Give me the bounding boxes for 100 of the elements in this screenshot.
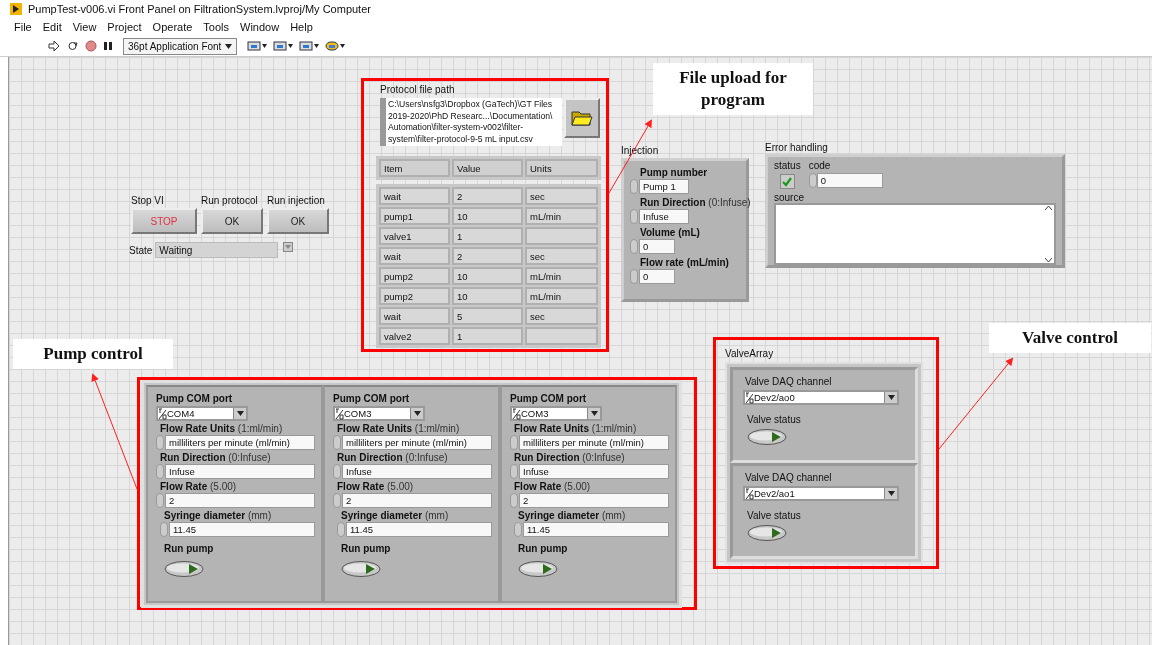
menu-item[interactable]: Edit	[42, 21, 62, 33]
field-label: Run Direction (0:Infuse)	[337, 452, 449, 463]
run-arrow-icon[interactable]	[48, 40, 60, 52]
table-cell: mL/min	[525, 287, 598, 305]
table-cell: pump2	[379, 267, 450, 285]
table-cell: 1	[452, 327, 523, 345]
com-port-dropdown[interactable]: COM3	[333, 406, 425, 421]
spinner-icon[interactable]	[333, 493, 341, 508]
toggle-switch[interactable]	[747, 428, 787, 446]
scroll-down-icon[interactable]	[1044, 258, 1052, 263]
field-label: Pump COM port	[156, 393, 234, 404]
code-field: 0	[816, 173, 883, 188]
spinner-icon[interactable]	[630, 209, 638, 224]
field-label: Syringe diameter (mm)	[341, 510, 450, 521]
menu-item[interactable]: View	[72, 21, 97, 33]
input-field[interactable]: 11.45	[169, 522, 315, 537]
abort-icon[interactable]	[85, 40, 97, 52]
font-dropdown[interactable]: 36pt Application Font	[123, 37, 237, 55]
toggle-switch[interactable]	[518, 560, 558, 578]
input-field[interactable]: 0	[639, 269, 675, 284]
spinner-icon[interactable]	[510, 493, 518, 508]
spinner-icon[interactable]	[630, 269, 638, 284]
table-cell: mL/min	[525, 207, 598, 225]
field-label: Run pump	[341, 543, 392, 554]
pause-icon[interactable]	[103, 40, 113, 52]
dropdown-icon[interactable]	[283, 242, 294, 252]
field-label: Syringe diameter (mm)	[164, 510, 273, 521]
browse-button[interactable]	[564, 98, 600, 138]
spinner-icon[interactable]	[333, 435, 341, 450]
table-cell: 5	[452, 307, 523, 325]
state-indicator: Waiting	[155, 242, 279, 258]
control-label: Valve status	[747, 414, 802, 425]
spinner-icon[interactable]	[156, 493, 164, 508]
input-field[interactable]: 0	[639, 239, 675, 254]
input-field[interactable]: milliliters per minute (ml/min)	[165, 435, 315, 450]
input-field[interactable]: 11.45	[346, 522, 492, 537]
spinner-icon[interactable]	[333, 464, 341, 479]
field-label: Run pump	[518, 543, 569, 554]
field-label: Flow Rate (5.00)	[514, 481, 592, 492]
folder-icon	[571, 110, 593, 126]
table-cell: mL/min	[525, 267, 598, 285]
input-field[interactable]: 11.45	[523, 522, 669, 537]
control-label: Injection	[621, 145, 660, 156]
channel-dropdown[interactable]: Dev2/ao0	[743, 390, 899, 405]
menu-item[interactable]: Window	[240, 21, 280, 33]
field-label: Flow Rate (5.00)	[337, 481, 415, 492]
input-field[interactable]: 2	[165, 493, 315, 508]
input-field[interactable]: Infuse	[639, 209, 689, 224]
spinner-icon[interactable]	[510, 464, 518, 479]
channel-dropdown[interactable]: Dev2/ao1	[743, 486, 899, 501]
toggle-switch[interactable]	[164, 560, 204, 578]
spinner-icon[interactable]	[156, 435, 164, 450]
control-label: Protocol file path	[380, 84, 456, 95]
table-cell: sec	[525, 187, 598, 205]
table-cell: valve1	[379, 227, 450, 245]
spinner-icon[interactable]	[514, 522, 522, 537]
control-label: Valve DAQ channel	[745, 472, 833, 483]
scroll-up-icon[interactable]	[1044, 205, 1052, 210]
field-label: Run Direction (0:Infuse)	[160, 452, 272, 463]
table-cell: wait	[379, 307, 450, 325]
input-field[interactable]: Infuse	[519, 464, 669, 479]
spinner-icon[interactable]	[337, 522, 345, 537]
table-cell: 2	[452, 187, 523, 205]
toggle-switch[interactable]	[341, 560, 381, 578]
spinner-icon[interactable]	[808, 173, 817, 188]
table-cell: sec	[525, 307, 598, 325]
ok-button[interactable]: OK	[201, 208, 263, 234]
spinner-icon[interactable]	[160, 522, 168, 537]
input-field[interactable]: 2	[519, 493, 669, 508]
ok-button[interactable]: OK	[267, 208, 329, 234]
toggle-switch[interactable]	[747, 524, 787, 542]
table-cell: wait	[379, 247, 450, 265]
menu-item[interactable]: Operate	[152, 21, 193, 33]
input-field[interactable]: milliliters per minute (ml/min)	[342, 435, 492, 450]
control-label: Valve status	[747, 510, 802, 521]
input-field[interactable]: Pump 1	[639, 179, 689, 194]
field-label: Volume (mL)	[640, 227, 701, 238]
com-port-dropdown[interactable]: COM3	[510, 406, 602, 421]
input-field[interactable]: Infuse	[342, 464, 492, 479]
spinner-icon[interactable]	[510, 435, 518, 450]
spinner-icon[interactable]	[630, 239, 638, 254]
spinner-icon[interactable]	[630, 179, 638, 194]
com-port-dropdown[interactable]: COM4	[156, 406, 248, 421]
spinner-icon[interactable]	[156, 464, 164, 479]
input-field[interactable]: Infuse	[165, 464, 315, 479]
table-cell: 10	[452, 267, 523, 285]
control-label: Error handling	[765, 142, 829, 153]
run-continuously-icon[interactable]	[66, 40, 79, 52]
column-header: Item	[379, 159, 450, 177]
menu-item[interactable]: Tools	[203, 21, 230, 33]
input-field[interactable]: milliliters per minute (ml/min)	[519, 435, 669, 450]
field-label: Flow Rate (5.00)	[160, 481, 238, 492]
menu-item[interactable]: Project	[107, 21, 142, 33]
menu-item[interactable]: Help	[290, 21, 313, 33]
table-cell: pump2	[379, 287, 450, 305]
input-field[interactable]: 2	[342, 493, 492, 508]
annotation-callout: File upload for program	[653, 63, 813, 115]
path-field[interactable]: C:\Users\nsfg3\Dropbox (GaTech)\GT Files 2019-2020\PhD Researc...\Documentation\ Automation\filter-system-v002\filter- system\filter-protocol-9-5 mL input.csv	[380, 98, 562, 146]
caret-icon	[413, 411, 421, 416]
menu-item[interactable]: File	[14, 21, 32, 33]
